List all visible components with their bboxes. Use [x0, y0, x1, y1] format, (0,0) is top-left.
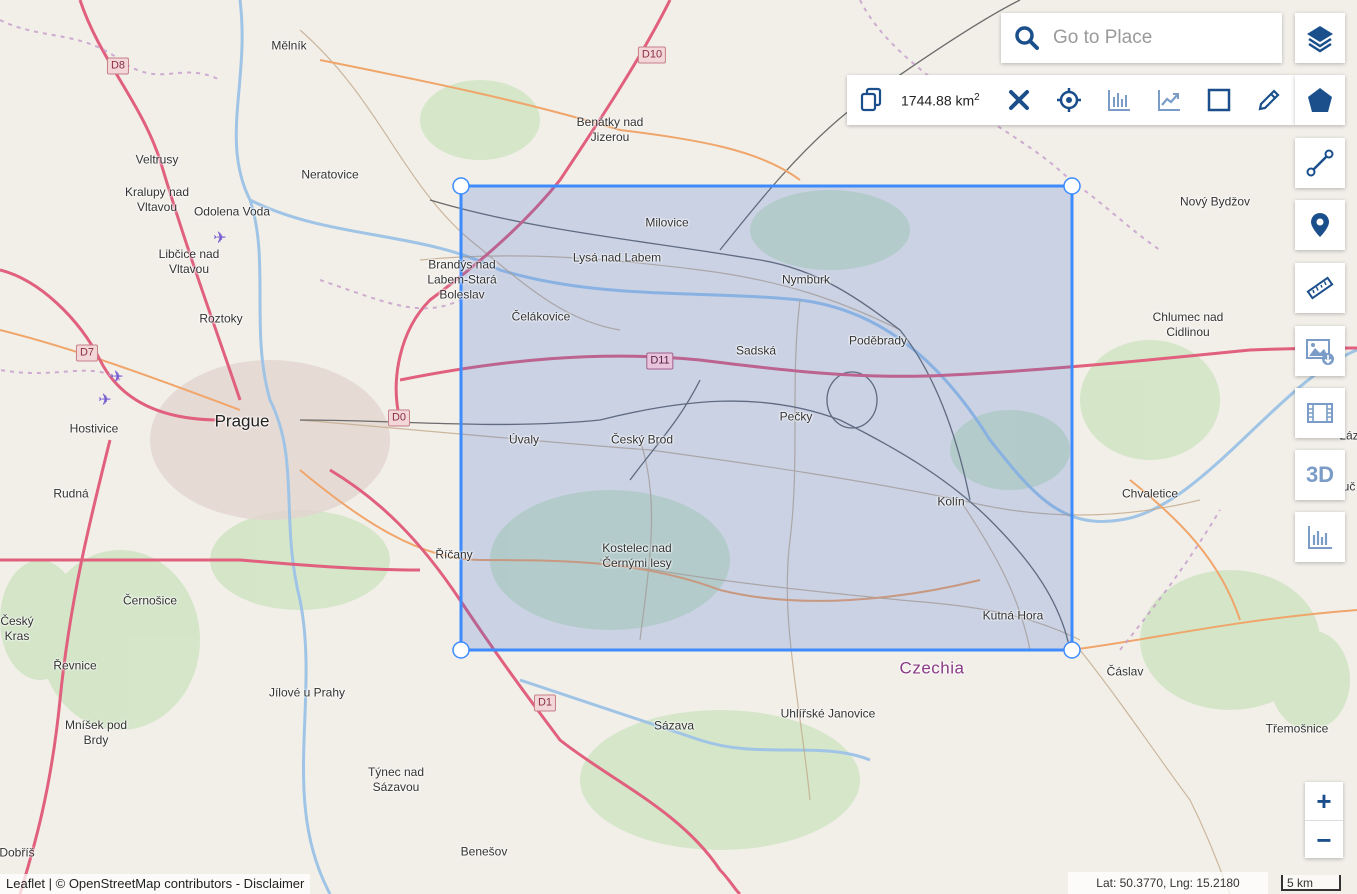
chart-icon [1308, 526, 1332, 549]
3d-label: 3D [1305, 462, 1335, 487]
line-button[interactable] [1295, 138, 1345, 188]
place-label: Benešov [460, 844, 508, 859]
selection-rectangle [459, 184, 1074, 652]
zoom-out-button[interactable]: − [1305, 820, 1343, 859]
line-icon [1306, 149, 1334, 177]
place-label: Sadská [735, 343, 777, 358]
place-label: Nymburk [781, 272, 831, 287]
3d-button[interactable]: 3D [1295, 450, 1345, 500]
place-label: Kolín [937, 494, 965, 509]
map-attribution[interactable]: Leaflet | © OpenStreetMap contributors -… [0, 874, 311, 894]
place-label: Český Kras [0, 614, 34, 643]
road-shield: D1 [533, 694, 557, 712]
layers-icon [1307, 26, 1333, 53]
map-base-layer: ✈ ✈ ✈ [0, 0, 1357, 894]
draw-toolbar: 1744.88 km2 [847, 75, 1295, 125]
place-label: Černošice [122, 593, 178, 608]
place-label: Prague [214, 411, 270, 431]
ruler-icon [1306, 276, 1334, 300]
search-input[interactable] [1051, 26, 1275, 50]
search-box[interactable] [1001, 13, 1282, 63]
locate-icon [1056, 88, 1081, 112]
scale-bar: 5 km [1281, 875, 1341, 891]
delete-button[interactable] [994, 75, 1044, 125]
area-readout: 1744.88 km2 [901, 92, 980, 109]
layers-button[interactable] [1295, 13, 1345, 63]
place-label: Kralupy nad Vltavou [124, 185, 190, 214]
marker-icon [1311, 213, 1329, 237]
place-label: Poděbrady [848, 333, 908, 348]
place-label: Úvaly [508, 432, 540, 447]
place-label: Chlumec nad Cidlinou [1152, 310, 1224, 339]
place-label: Libčice nad Vltavou [158, 247, 220, 276]
search-icon[interactable] [1014, 25, 1040, 51]
film-button[interactable] [1295, 388, 1345, 438]
place-label: Řevnice [53, 658, 97, 673]
map-canvas[interactable]: ✈ ✈ ✈ Mělník Benátky nad Jizerou Veltrusy N… [0, 0, 1357, 894]
delete-icon [1008, 90, 1029, 110]
copy-icon [860, 87, 882, 112]
svg-text:✈: ✈ [98, 390, 111, 409]
place-label: Brandýs nad Labem-Stará Boleslav [427, 257, 497, 302]
place-label: Roztoky [199, 311, 243, 326]
ruler-button[interactable] [1295, 263, 1345, 313]
place-label: Czechia [899, 658, 965, 678]
road-shield: D7 [75, 344, 99, 362]
road-shield: D10 [637, 46, 667, 64]
place-label: Třemošnice [1265, 721, 1329, 736]
place-label: Týnec nad Sázavou [367, 765, 425, 794]
chart-button[interactable] [1295, 512, 1345, 562]
place-label: Benátky nad Jizerou [576, 115, 644, 144]
cursor-coordinates: Lat: 50.3770, Lng: 15.2180 [1068, 872, 1268, 894]
road-shield: D8 [106, 57, 130, 75]
prague-urban-area [150, 360, 390, 520]
image-download-button[interactable] [1295, 326, 1345, 376]
place-label: Hostivice [69, 421, 119, 436]
marker-button[interactable] [1295, 200, 1345, 250]
place-label: Nový Bydžov [1179, 194, 1251, 209]
place-label: Kostelec nad Černými lesy [602, 541, 672, 570]
place-label: Český Brod [610, 432, 674, 447]
place-label: Sázava [653, 718, 695, 733]
road-shield: D11 [646, 352, 674, 370]
rectangle-button[interactable] [1194, 75, 1244, 125]
image-download-icon [1306, 339, 1334, 365]
place-label: Jílové u Prahy [268, 685, 346, 700]
place-label: Odolena Voda [193, 204, 271, 219]
place-label: Milovice [645, 215, 689, 230]
place-label: Kutná Hora [982, 608, 1044, 623]
histogram-button[interactable] [1094, 75, 1144, 125]
rectangle-icon [1207, 88, 1230, 112]
film-icon [1307, 403, 1333, 423]
zoom-control: + − [1305, 782, 1343, 858]
edit-button[interactable] [1244, 75, 1294, 125]
place-label: Mělník [271, 38, 307, 53]
place-label: Neratovice [301, 167, 359, 182]
place-label: Čelákovice [511, 309, 571, 324]
place-label: Lysá nad Labem [572, 250, 662, 265]
edit-icon [1258, 89, 1280, 111]
place-label: Veltrusy [135, 152, 179, 167]
road-shield: D0 [387, 409, 411, 427]
polygon-button[interactable] [1295, 75, 1345, 125]
place-label: Rudná [53, 486, 89, 501]
place-label: Uhlířské Janovice [780, 706, 876, 721]
svg-text:✈: ✈ [110, 367, 123, 386]
place-label: Říčany [435, 547, 473, 562]
place-label: Chvaletice [1121, 486, 1179, 501]
histogram-icon [1107, 90, 1130, 111]
copy-button[interactable] [847, 75, 895, 125]
locate-button[interactable] [1044, 75, 1094, 125]
place-label: Mníšek pod Brdy [64, 718, 128, 747]
zoom-in-button[interactable]: + [1305, 782, 1343, 820]
area-unit-superscript: 2 [974, 91, 980, 103]
place-label: Dobříš [0, 845, 35, 860]
area-value: 1744.88 km [901, 92, 975, 109]
polygon-icon [1308, 88, 1332, 112]
trend-button[interactable] [1144, 75, 1194, 125]
place-label: Pečky [779, 409, 813, 424]
place-label: Čáslav [1106, 664, 1144, 679]
trend-icon [1157, 90, 1180, 111]
svg-text:✈: ✈ [213, 228, 226, 247]
